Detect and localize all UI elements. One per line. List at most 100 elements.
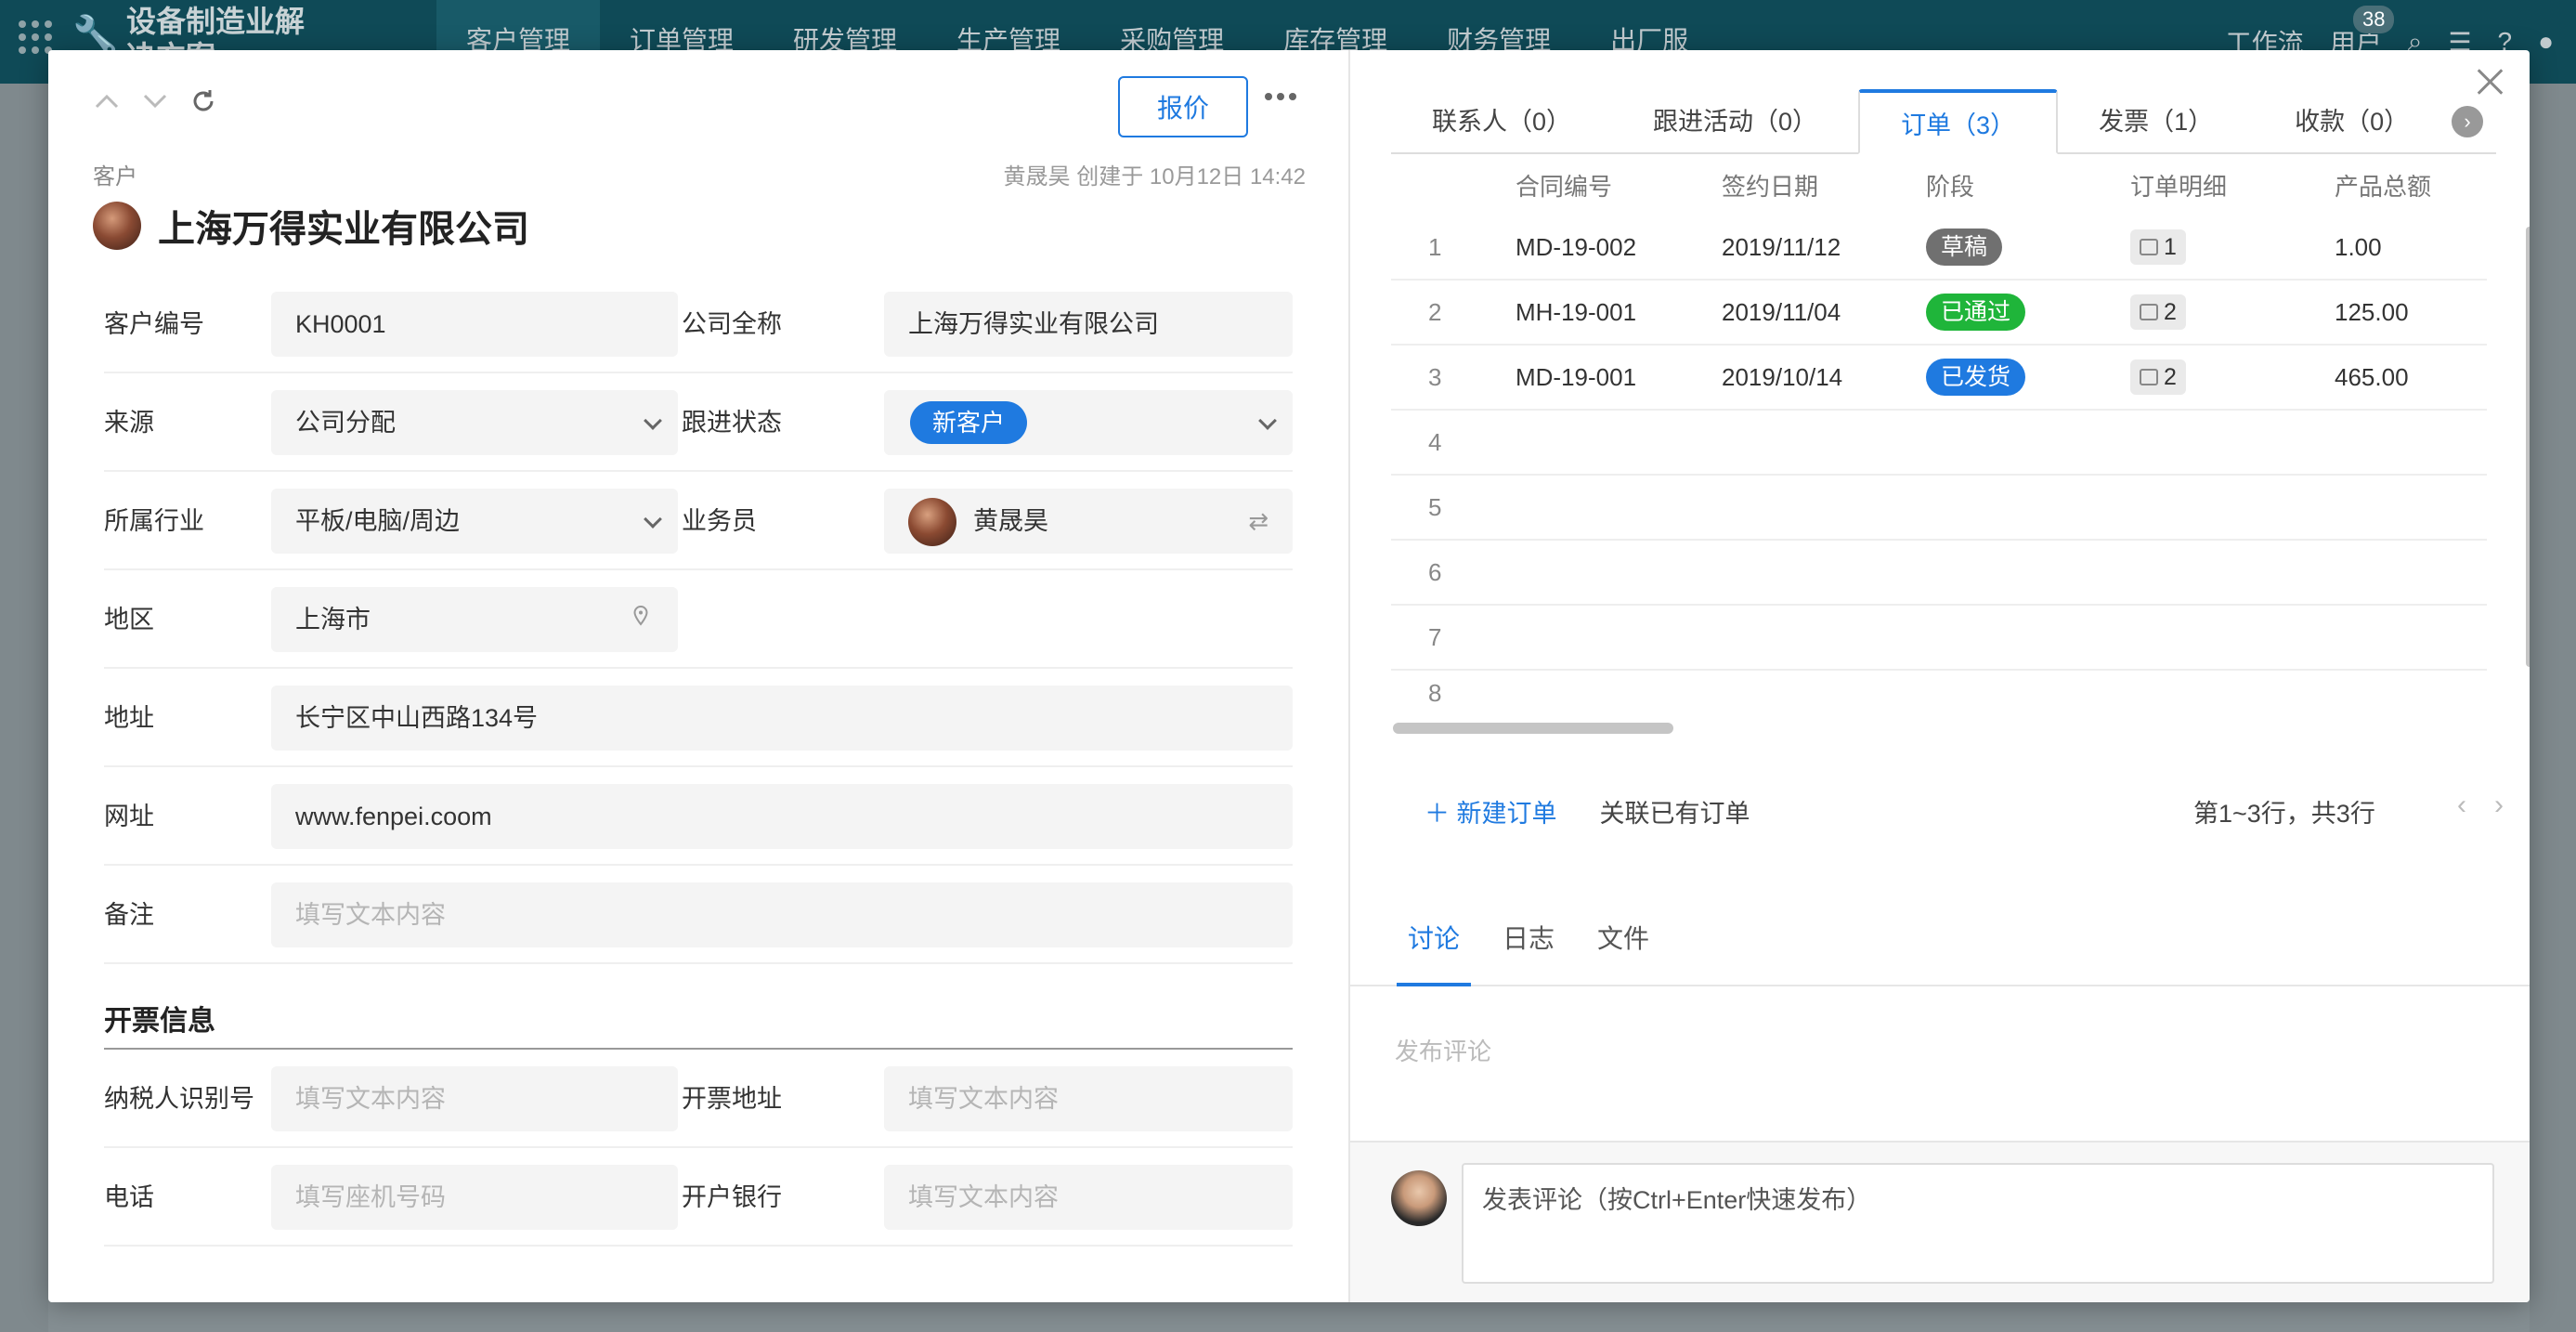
full-name-field[interactable]: 上海万得实业有限公司 bbox=[884, 292, 1293, 357]
col-date[interactable]: 签约日期 bbox=[1722, 158, 1926, 215]
stage-badge: 已通过 bbox=[1926, 294, 2026, 331]
table-row[interactable]: 3 MD-19-001 2019/10/14 已发货 2 465.00 bbox=[1391, 346, 2487, 411]
avatar bbox=[908, 498, 956, 546]
user-avatar[interactable]: ● bbox=[2538, 27, 2554, 57]
detail-count: 2 bbox=[2164, 363, 2177, 390]
discussion-tabs: 讨论 日志 文件 bbox=[1350, 907, 2530, 986]
col-detail[interactable]: 订单明细 bbox=[2130, 158, 2335, 215]
col-stage[interactable]: 阶段 bbox=[1926, 158, 2130, 215]
more-options-icon[interactable] bbox=[1265, 93, 1296, 100]
salesperson-field[interactable]: 黄晟昊 ⇄ bbox=[884, 489, 1293, 554]
background-content bbox=[48, 1300, 2530, 1332]
table-row: 6 bbox=[1391, 541, 2487, 606]
row-number: 1 bbox=[1428, 232, 1442, 261]
form-row: 网址 www.fenpei.coom bbox=[104, 767, 1293, 866]
horizontal-scrollbar[interactable] bbox=[1393, 723, 1673, 734]
form-row: 备注 填写文本内容 bbox=[104, 866, 1293, 964]
sign-date: 2019/10/14 bbox=[1722, 362, 1843, 391]
prev-page-icon[interactable]: ‹ bbox=[2457, 790, 2466, 821]
sign-date: 2019/11/04 bbox=[1722, 297, 1841, 326]
stage-badge: 草稿 bbox=[1926, 229, 2003, 266]
record-navigation bbox=[93, 87, 217, 115]
tax-id-label: 纳税人识别号 bbox=[104, 1085, 254, 1113]
website-field[interactable]: www.fenpei.coom bbox=[271, 784, 1293, 849]
previous-record-icon[interactable] bbox=[93, 87, 121, 115]
pagination-info: 第1~3行，共3行 bbox=[2193, 800, 2375, 828]
form-row: 地区 上海市 bbox=[104, 570, 1293, 669]
table-header: 合同编号 签约日期 阶段 订单明细 产品总额 bbox=[1391, 158, 2487, 215]
source-value: 公司分配 bbox=[295, 409, 396, 437]
col-amount[interactable]: 产品总额 bbox=[2335, 158, 2483, 215]
location-pin-icon[interactable] bbox=[633, 587, 648, 652]
phone-label: 电话 bbox=[104, 1183, 154, 1211]
table-row[interactable]: 2 MH-19-001 2019/11/04 已通过 2 125.00 bbox=[1391, 281, 2487, 346]
address-field[interactable]: 长宁区中山西路134号 bbox=[271, 686, 1293, 751]
follow-status-select[interactable]: 新客户 bbox=[884, 390, 1293, 455]
invoice-address-field[interactable]: 填写文本内容 bbox=[884, 1066, 1293, 1131]
salesperson-label: 业务员 bbox=[682, 507, 757, 535]
detail-icon bbox=[2140, 369, 2158, 385]
quote-button[interactable]: 报价 bbox=[1118, 76, 1248, 137]
related-records-pane: 联系人（0） 跟进活动（0） 订单（3） 发票（1） 收款（0） › 合同编号 … bbox=[1348, 50, 2530, 1302]
region-field[interactable]: 上海市 bbox=[271, 587, 678, 652]
related-tabs: 联系人（0） 跟进活动（0） 订单（3） 发票（1） 收款（0） bbox=[1391, 89, 2496, 154]
tabs-next-icon[interactable]: › bbox=[2452, 106, 2483, 137]
order-actions: ＋ 新建订单 关联已有订单 bbox=[1425, 793, 1750, 829]
industry-select[interactable]: 平板/电脑/周边 bbox=[271, 489, 678, 554]
customer-avatar bbox=[93, 202, 141, 250]
vertical-scrollbar[interactable] bbox=[2526, 227, 2530, 667]
amount: 125.00 bbox=[2335, 297, 2409, 326]
apps-grid-icon[interactable] bbox=[19, 20, 52, 54]
col-contract[interactable]: 合同编号 bbox=[1516, 158, 1722, 215]
row-number: 2 bbox=[1428, 297, 1442, 326]
row-number: 6 bbox=[1428, 557, 1442, 586]
tab-log[interactable]: 日志 bbox=[1503, 907, 1555, 986]
address-label: 地址 bbox=[104, 704, 154, 732]
order-detail-chip[interactable]: 2 bbox=[2130, 359, 2186, 395]
form-row: 地址 长宁区中山西路134号 bbox=[104, 669, 1293, 767]
swap-icon[interactable]: ⇄ bbox=[1248, 489, 1268, 554]
next-record-icon[interactable] bbox=[141, 87, 169, 115]
form-row: 来源 公司分配 跟进状态 新客户 bbox=[104, 373, 1293, 472]
table-row[interactable]: 1 MD-19-002 2019/11/12 草稿 1 1.00 bbox=[1391, 215, 2487, 281]
background-right-rail bbox=[2530, 84, 2576, 1332]
tab-orders[interactable]: 订单（3） bbox=[1858, 89, 2059, 154]
row-number: 8 bbox=[1428, 679, 1442, 707]
tab-files[interactable]: 文件 bbox=[1597, 907, 1649, 986]
contract-no: MD-19-002 bbox=[1516, 232, 1637, 261]
row-number: 5 bbox=[1428, 492, 1442, 521]
form-row: 所属行业 平板/电脑/周边 业务员 黄晟昊 ⇄ bbox=[104, 472, 1293, 570]
refresh-icon[interactable] bbox=[189, 87, 217, 115]
industry-value: 平板/电脑/周边 bbox=[295, 507, 461, 535]
contract-no: MD-19-001 bbox=[1516, 362, 1637, 391]
tax-id-field[interactable]: 填写文本内容 bbox=[271, 1066, 678, 1131]
next-page-icon[interactable]: › bbox=[2494, 790, 2504, 821]
tab-contacts[interactable]: 联系人（0） bbox=[1391, 89, 1612, 154]
chevron-down-icon bbox=[644, 411, 662, 430]
phone-field[interactable]: 填写座机号码 bbox=[271, 1165, 678, 1230]
customer-form: 客户编号 KH0001 公司全称 上海万得实业有限公司 来源 公司分配 跟进状态… bbox=[104, 275, 1293, 1247]
tab-activities[interactable]: 跟进活动（0） bbox=[1612, 89, 1858, 154]
region-label: 地区 bbox=[104, 606, 154, 633]
detail-count: 2 bbox=[2164, 298, 2177, 325]
link-order-button[interactable]: 关联已有订单 bbox=[1600, 793, 1750, 829]
customer-no-field[interactable]: KH0001 bbox=[271, 292, 678, 357]
record-type-label: 客户 bbox=[93, 164, 137, 189]
invoice-address-label: 开票地址 bbox=[682, 1085, 782, 1113]
row-number: 4 bbox=[1428, 427, 1442, 456]
comment-input[interactable]: 发表评论（按Ctrl+Enter快速发布） bbox=[1462, 1163, 2494, 1284]
tab-invoices[interactable]: 发票（1） bbox=[2058, 89, 2254, 154]
tab-discussion[interactable]: 讨论 bbox=[1396, 907, 1472, 986]
plus-icon: ＋ bbox=[1425, 800, 1450, 828]
remark-field[interactable]: 填写文本内容 bbox=[271, 882, 1293, 947]
source-select[interactable]: 公司分配 bbox=[271, 390, 678, 455]
comments-empty-text: 发布评论 bbox=[1395, 1038, 1492, 1065]
order-detail-chip[interactable]: 2 bbox=[2130, 294, 2186, 330]
remark-label: 备注 bbox=[104, 901, 154, 929]
new-order-button[interactable]: ＋ 新建订单 bbox=[1425, 793, 1557, 829]
table-row: 7 bbox=[1391, 606, 2487, 671]
tab-payments[interactable]: 收款（0） bbox=[2254, 89, 2450, 154]
bank-field[interactable]: 填写文本内容 bbox=[884, 1165, 1293, 1230]
order-detail-chip[interactable]: 1 bbox=[2130, 229, 2186, 265]
full-name-label: 公司全称 bbox=[682, 310, 782, 338]
